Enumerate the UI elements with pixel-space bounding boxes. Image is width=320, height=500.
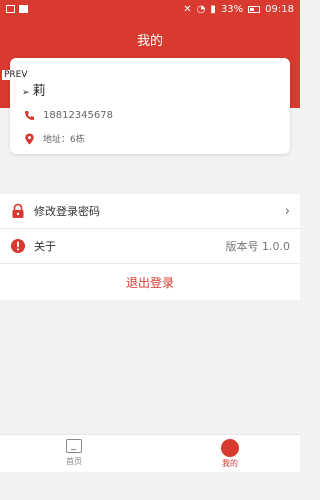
tab-home-label: 首页 (66, 457, 82, 466)
change-password-label: 修改登录密码 (34, 205, 100, 218)
phone-row: 18812345678 (24, 110, 113, 121)
about-row[interactable]: 关于 版本号 1.0.0 (0, 229, 300, 263)
page-title: 我的 (136, 33, 163, 49)
tab-mine-label: 我的 (222, 459, 238, 468)
location-pin-icon (24, 133, 35, 144)
arrow-icon: ➢ (22, 88, 30, 98)
phone-icon (24, 110, 35, 121)
tab-home[interactable]: 首页 (44, 439, 104, 467)
status-bar: ✕ ◔ ▮ 33% 09:18 (0, 0, 300, 18)
bottom-spacer (0, 472, 300, 500)
logout-button[interactable]: 退出登录 (0, 264, 300, 300)
about-label: 关于 (34, 240, 56, 253)
info-icon (10, 238, 26, 254)
address-row: 地址：6栋 (24, 132, 85, 145)
page-header: 我的 (0, 18, 300, 60)
signal-icon: ▮ (210, 3, 216, 15)
lock-icon (10, 203, 26, 219)
user-name: ➢ 莉 (22, 80, 46, 99)
home-icon (66, 439, 82, 453)
battery-percentage: 33% (220, 3, 244, 15)
phone-number: 18812345678 (43, 110, 113, 121)
tab-bar: 首页 我的 (0, 434, 300, 472)
clock-time: 09:18 (265, 3, 294, 15)
version-text: 版本号 1.0.0 (225, 240, 291, 253)
tab-mine[interactable]: 我的 (200, 439, 260, 469)
wifi-icon: ◔ (196, 3, 206, 15)
prev-label[interactable]: PREV (2, 70, 30, 80)
mute-icon: ✕ (183, 3, 192, 15)
chevron-right-icon: › (284, 203, 290, 219)
logout-label: 退出登录 (125, 275, 174, 290)
app-notification-icon (19, 5, 28, 13)
battery-icon (248, 5, 261, 13)
address-text: 地址：6栋 (43, 135, 85, 145)
user-name-text: 莉 (32, 84, 46, 99)
change-password-row[interactable]: 修改登录密码 › (0, 194, 300, 228)
profile-icon (221, 439, 239, 457)
gallery-notification-icon (6, 5, 15, 13)
